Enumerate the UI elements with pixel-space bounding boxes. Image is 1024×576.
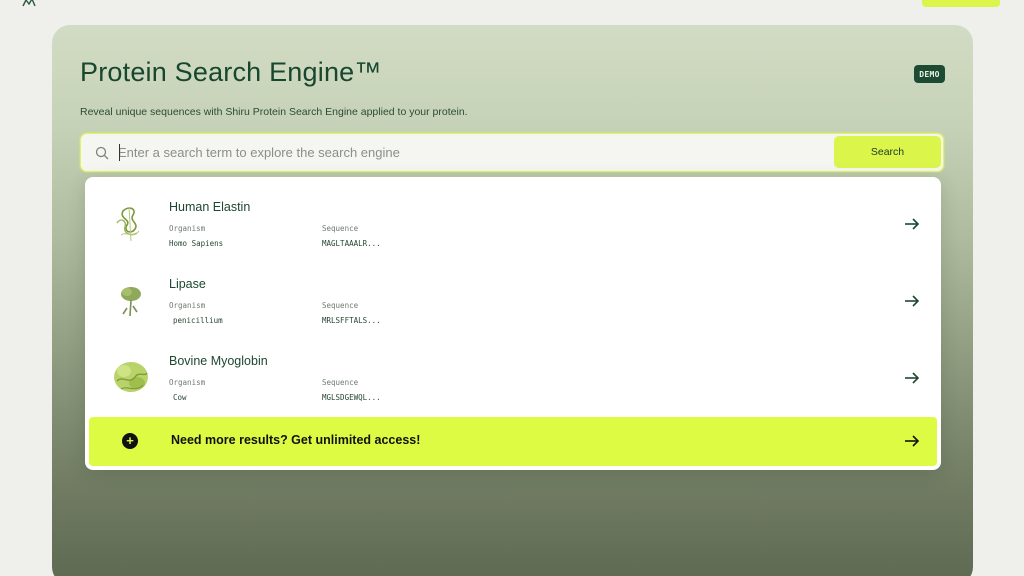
plus-circle-icon: + [122, 433, 138, 449]
sequence-label: Sequence [322, 301, 359, 310]
result-name: Bovine Myoglobin [169, 354, 268, 368]
arrow-right-icon[interactable] [904, 371, 920, 385]
text-caret [119, 144, 120, 161]
search-bar: Search [80, 133, 944, 172]
arrow-right-icon[interactable] [904, 294, 920, 308]
demo-badge: DEMO [914, 65, 945, 83]
search-input[interactable] [118, 140, 818, 165]
result-item-human-elastin[interactable]: Human Elastin Organism Homo Sapiens Sequ… [85, 185, 941, 262]
page-title: Protein Search Engine™ [80, 57, 382, 87]
result-name: Human Elastin [169, 200, 251, 214]
page-subtitle: Reveal unique sequences with Shiru Prote… [80, 106, 468, 118]
sequence-label: Sequence [322, 378, 359, 387]
sequence-value: MRLSFFTALS... [322, 316, 381, 325]
cta-text: Need more results? Get unlimited access! [171, 433, 421, 447]
search-icon [95, 146, 109, 160]
organism-value: Cow [173, 393, 187, 402]
protein-structure-icon [114, 362, 148, 392]
result-name: Lipase [169, 277, 206, 291]
organism-label: Organism [169, 378, 206, 387]
protein-structure-icon [116, 206, 140, 242]
sequence-label: Sequence [322, 224, 359, 233]
organism-value: Homo Sapiens [169, 239, 224, 248]
arrow-right-icon[interactable] [904, 434, 920, 448]
organism-value: penicillium [173, 316, 223, 325]
protein-structure-icon [121, 287, 141, 317]
sequence-value: MAGLTAAALR... [322, 239, 381, 248]
arrow-right-icon[interactable] [904, 217, 920, 231]
sequence-value: MGLSDGEWQL... [322, 393, 381, 402]
search-button[interactable]: Search [834, 136, 941, 168]
result-item-lipase[interactable]: Lipase Organism penicillium Sequence MRL… [85, 262, 941, 339]
result-item-bovine-myoglobin[interactable]: Bovine Myoglobin Organism Cow Sequence M… [85, 339, 941, 416]
search-results-dropdown: Human Elastin Organism Homo Sapiens Sequ… [85, 177, 941, 470]
search-hero-panel: Protein Search Engine™ DEMO Reveal uniqu… [52, 25, 973, 576]
organism-label: Organism [169, 224, 206, 233]
organism-label: Organism [169, 301, 206, 310]
brand-logo-icon[interactable] [22, 0, 36, 7]
top-cta-button[interactable] [922, 0, 1000, 7]
unlimited-access-cta[interactable]: + Need more results? Get unlimited acces… [89, 417, 937, 466]
